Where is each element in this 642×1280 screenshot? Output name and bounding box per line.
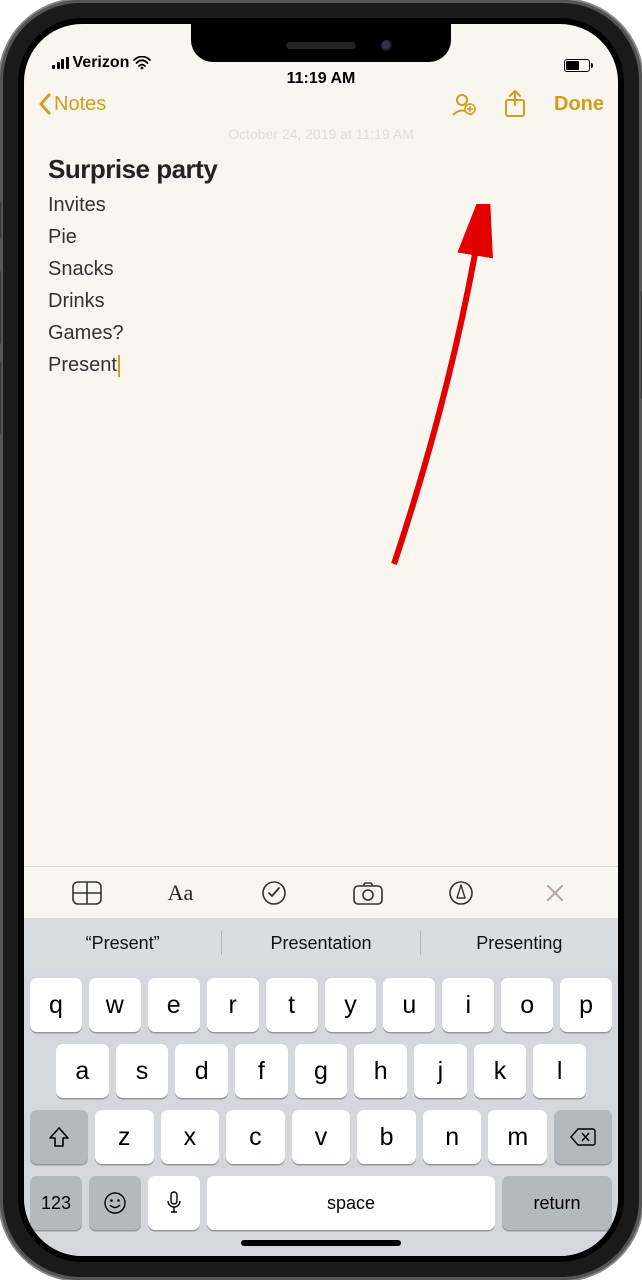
add-person-button[interactable] xyxy=(446,89,476,119)
keyboard: qwertyuiop asdfghjkl zxcvbnm 123 xyxy=(24,968,618,1256)
suggestion-3[interactable]: Presenting xyxy=(421,927,618,960)
key-c[interactable]: c xyxy=(226,1110,285,1164)
close-toolbar-button[interactable] xyxy=(538,876,572,910)
key-r[interactable]: r xyxy=(207,978,259,1032)
share-icon xyxy=(503,89,527,119)
table-button[interactable] xyxy=(70,876,104,910)
dictation-key[interactable] xyxy=(148,1176,200,1230)
shift-key[interactable] xyxy=(30,1110,88,1164)
text-cursor xyxy=(118,355,120,377)
key-m[interactable]: m xyxy=(488,1110,547,1164)
key-n[interactable]: n xyxy=(423,1110,482,1164)
key-e[interactable]: e xyxy=(148,978,200,1032)
key-i[interactable]: i xyxy=(442,978,494,1032)
note-line: Present xyxy=(48,349,594,381)
done-button[interactable]: Done xyxy=(554,93,604,116)
markup-button[interactable] xyxy=(444,876,478,910)
backspace-key[interactable] xyxy=(554,1110,612,1164)
format-toolbar: Aa xyxy=(24,866,618,918)
microphone-icon xyxy=(166,1191,182,1215)
key-k[interactable]: k xyxy=(474,1044,527,1098)
close-icon xyxy=(545,883,565,903)
key-u[interactable]: u xyxy=(383,978,435,1032)
emoji-icon xyxy=(103,1191,127,1215)
key-o[interactable]: o xyxy=(501,978,553,1032)
note-line: Games? xyxy=(48,317,594,349)
suggestion-1[interactable]: “Present” xyxy=(24,927,221,960)
chevron-left-icon xyxy=(38,93,52,115)
note-line: Drinks xyxy=(48,285,594,317)
key-j[interactable]: j xyxy=(414,1044,467,1098)
predictive-bar: “Present” Presentation Presenting xyxy=(24,918,618,968)
home-indicator[interactable] xyxy=(241,1240,401,1246)
cellular-signal-icon xyxy=(52,57,69,69)
battery-icon xyxy=(564,59,590,72)
key-y[interactable]: y xyxy=(325,978,377,1032)
carrier-label: Verizon xyxy=(73,54,130,72)
note-line: Snacks xyxy=(48,253,594,285)
key-d[interactable]: d xyxy=(175,1044,228,1098)
key-w[interactable]: w xyxy=(89,978,141,1032)
key-t[interactable]: t xyxy=(266,978,318,1032)
text-format-button[interactable]: Aa xyxy=(163,876,197,910)
backspace-icon xyxy=(570,1127,596,1147)
key-s[interactable]: s xyxy=(116,1044,169,1098)
return-key[interactable]: return xyxy=(502,1176,612,1230)
note-body[interactable]: Surprise party InvitesPieSnacksDrinksGam… xyxy=(24,142,618,393)
shift-icon xyxy=(48,1126,70,1148)
key-x[interactable]: x xyxy=(161,1110,220,1164)
back-button[interactable]: Notes xyxy=(38,93,106,116)
key-p[interactable]: p xyxy=(560,978,612,1032)
key-a[interactable]: a xyxy=(56,1044,109,1098)
clock: 11:19 AM xyxy=(287,70,356,88)
checklist-button[interactable] xyxy=(257,876,291,910)
note-line: Invites xyxy=(48,189,594,221)
camera-button[interactable] xyxy=(351,876,385,910)
key-f[interactable]: f xyxy=(235,1044,288,1098)
note-line: Pie xyxy=(48,221,594,253)
key-l[interactable]: l xyxy=(533,1044,586,1098)
note-title: Surprise party xyxy=(48,154,594,185)
key-v[interactable]: v xyxy=(292,1110,351,1164)
share-button[interactable] xyxy=(500,89,530,119)
key-h[interactable]: h xyxy=(354,1044,407,1098)
suggestion-2[interactable]: Presentation xyxy=(222,927,419,960)
key-z[interactable]: z xyxy=(95,1110,154,1164)
back-label: Notes xyxy=(54,93,106,116)
numbers-key[interactable]: 123 xyxy=(30,1176,82,1230)
key-q[interactable]: q xyxy=(30,978,82,1032)
space-key[interactable]: space xyxy=(207,1176,495,1230)
key-g[interactable]: g xyxy=(295,1044,348,1098)
key-b[interactable]: b xyxy=(357,1110,416,1164)
wifi-icon xyxy=(133,56,151,70)
note-date: October 24, 2019 at 11:19 AM xyxy=(24,126,618,142)
emoji-key[interactable] xyxy=(89,1176,141,1230)
